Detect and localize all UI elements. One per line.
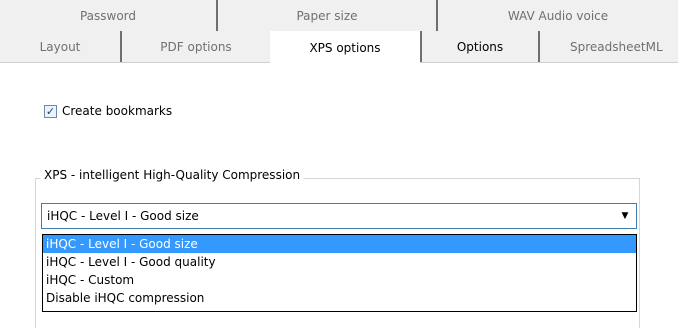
tab-wav-audio-voice[interactable]: WAV Audio voice <box>436 0 678 31</box>
compression-option[interactable]: iHQC - Custom <box>43 271 636 289</box>
compression-option[interactable]: Disable iHQC compression <box>43 289 636 307</box>
compression-selected-value: iHQC - Level I - Good size <box>47 209 199 223</box>
tab-row-bottom: Layout PDF options XPS options Options S… <box>0 31 678 65</box>
create-bookmarks-checkbox[interactable]: ✓ <box>44 104 57 118</box>
tab-xps-options[interactable]: XPS options <box>270 31 420 65</box>
tab-options[interactable]: Options <box>420 31 538 63</box>
tab-paper-size[interactable]: Paper size <box>216 0 436 31</box>
compression-option[interactable]: iHQC - Level I - Good size <box>43 235 636 253</box>
compression-dropdown[interactable]: iHQC - Level I - Good size ▼ <box>41 203 637 229</box>
compression-group-title: XPS - intelligent High-Quality Compressi… <box>40 168 305 182</box>
compression-option[interactable]: iHQC - Level I - Good quality <box>43 253 636 271</box>
create-bookmarks-label: Create bookmarks <box>62 104 173 118</box>
tab-row-top: Password Paper size WAV Audio voice <box>0 0 678 31</box>
tab-password[interactable]: Password <box>0 0 216 31</box>
checkmark-icon: ✓ <box>45 104 56 118</box>
compression-options-list: iHQC - Level I - Good size iHQC - Level … <box>42 234 637 312</box>
tab-spreadsheetml[interactable]: SpreadsheetML <box>538 31 678 63</box>
tab-pdf-options[interactable]: PDF options <box>120 31 270 63</box>
chevron-down-icon[interactable]: ▼ <box>614 211 636 221</box>
create-bookmarks-option[interactable]: ✓ Create bookmarks <box>44 104 172 118</box>
tab-layout[interactable]: Layout <box>0 31 120 63</box>
